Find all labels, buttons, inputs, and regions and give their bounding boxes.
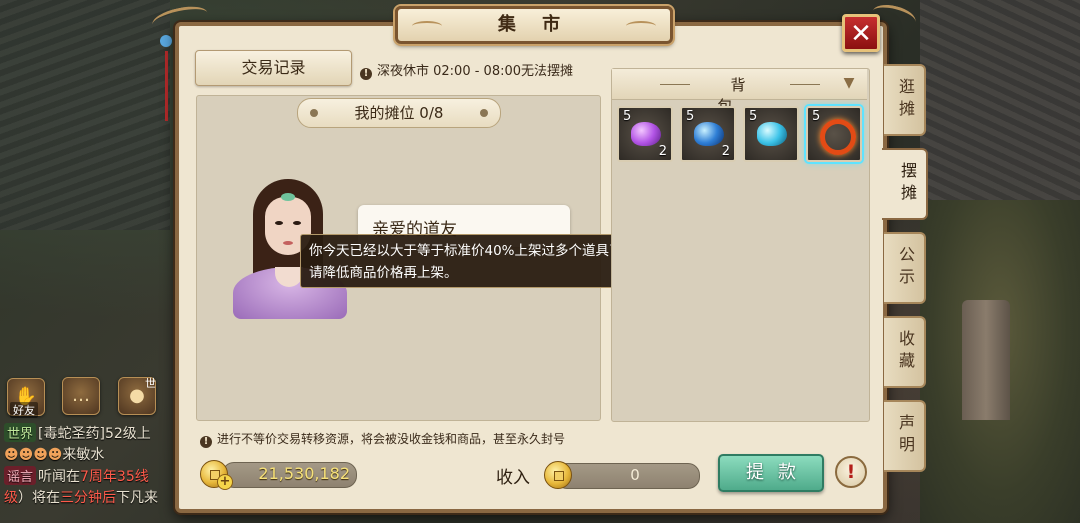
trade-record-button[interactable]: 交易记录 <box>195 50 352 86</box>
tab-public-notice[interactable]: 公示 <box>884 232 926 304</box>
chat-line-emote[interactable]: ☻☻☻☻来敏水 <box>4 444 104 464</box>
income-label: 收入 <box>496 468 530 488</box>
header-ornament <box>790 84 820 85</box>
item-level: 5 <box>749 109 758 124</box>
item-count: 2 <box>658 144 667 159</box>
chat-text: 听闻在 <box>38 469 81 485</box>
tab-browse-stalls[interactable]: 逛摊 <box>884 64 926 136</box>
emote-icons: ☻☻☻☻ <box>4 447 63 463</box>
item-level: 5 <box>623 109 632 124</box>
chat-text: 下凡来 <box>116 490 158 506</box>
exclamation-icon: ! <box>846 461 856 483</box>
background-chimney <box>962 300 1010 420</box>
chat-text: 来敏水 <box>62 447 105 463</box>
chat-button[interactable]: … <box>62 377 100 415</box>
background-roof-left <box>0 0 170 230</box>
purple-gem-icon <box>631 122 661 146</box>
tab-favorites[interactable]: 收藏 <box>884 316 926 388</box>
close-icon: ✕ <box>850 19 872 49</box>
trade-warning: ! 进行不等价交易转移资源，将会被没收金钱和商品，甚至永久封号 <box>200 430 565 448</box>
night-close-notice: ! 深夜休市 02:00 - 08:00无法摆摊 <box>360 60 573 80</box>
item-level: 5 <box>812 109 821 124</box>
chat-line-rumor[interactable]: 谣言 听闻在7周年35线 <box>4 466 149 486</box>
item-level: 5 <box>686 109 695 124</box>
chat-bubble-icon: … <box>72 385 90 406</box>
chat-line-announcement[interactable]: 级）将在三分钟后下凡来 <box>4 487 158 507</box>
warning-icon: ! <box>360 68 372 80</box>
header-ornament <box>660 84 690 85</box>
income-amount: 0 <box>630 466 640 484</box>
friends-label: 好友 <box>10 402 38 418</box>
bag-slot[interactable]: 5 <box>743 106 799 162</box>
chat-highlight: 三分钟后 <box>60 490 116 506</box>
help-button[interactable]: ! <box>835 456 867 488</box>
close-button[interactable]: ✕ <box>842 14 880 52</box>
cyan-gem-icon <box>757 122 787 146</box>
chat-tag-world: 世界 <box>4 423 37 442</box>
chat-line-world[interactable]: 世界 [毒蛇圣药]52级上 <box>4 423 151 443</box>
chat-highlight: 级 <box>4 490 18 506</box>
add-gold-icon[interactable]: + <box>217 474 233 490</box>
tassel-ornament <box>160 35 172 135</box>
gold-amount: 21,530,182 <box>258 464 350 483</box>
gold-coin-icon <box>544 461 572 489</box>
tab-set-up-stall[interactable]: 摆摊 <box>882 148 928 220</box>
withdraw-button[interactable]: 提款 <box>718 454 824 492</box>
bag-slot-selected[interactable]: 5 <box>806 106 862 162</box>
warning-icon: ! <box>200 436 212 448</box>
window-title: 集 市 <box>395 6 673 44</box>
item-count: 2 <box>721 144 730 159</box>
bag-slot[interactable]: 5 2 <box>617 106 673 162</box>
chat-tag-rumor: 谣言 <box>4 466 37 485</box>
chat-text: ）将在 <box>18 490 60 506</box>
chevron-down-icon[interactable]: ▼ <box>838 72 860 94</box>
blue-crystal-icon <box>694 122 724 146</box>
game-screen: { "window": { "title": "集 市", "close_sym… <box>0 0 1080 523</box>
chat-highlight: 7周年35线 <box>80 469 149 485</box>
my-stall-header: 我的摊位 0/8 <box>297 98 501 128</box>
tab-statement[interactable]: 声明 <box>884 400 926 472</box>
bag-slot[interactable]: 5 2 <box>680 106 736 162</box>
fire-ring-icon <box>820 119 856 155</box>
voice-channel-badge: 世 <box>145 377 156 390</box>
chat-text: [毒蛇圣药]52级上 <box>38 426 151 442</box>
